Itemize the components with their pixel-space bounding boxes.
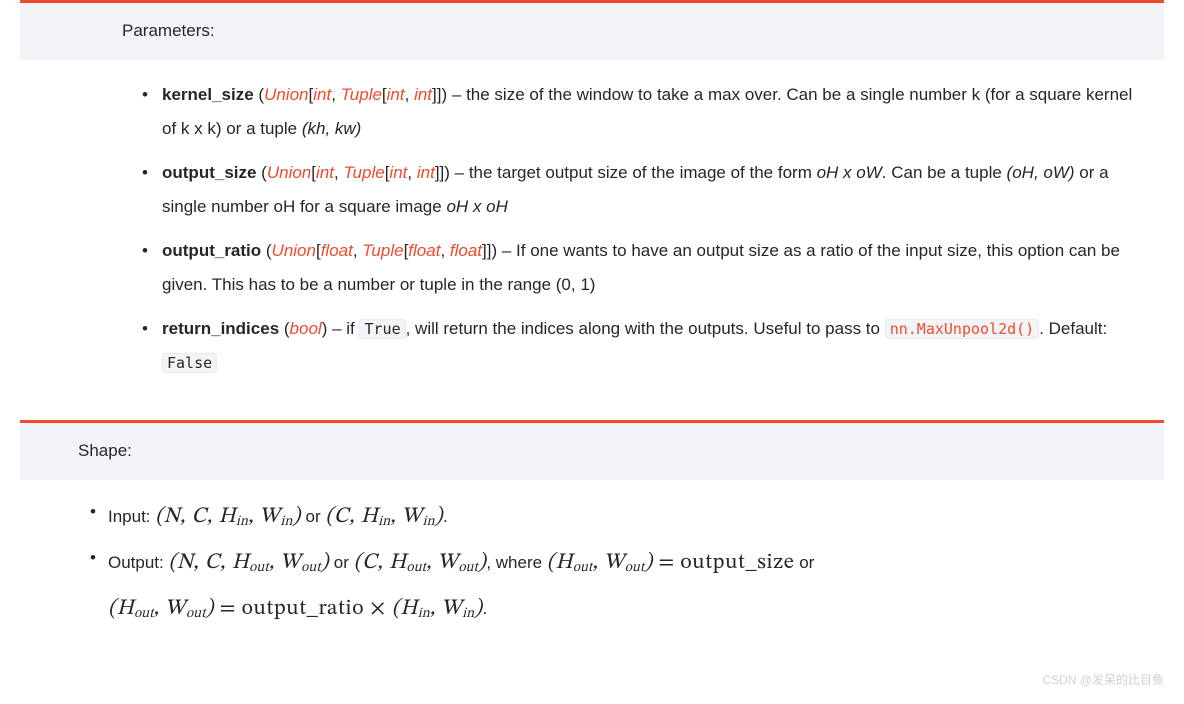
shape-output-label: Output:: [108, 553, 164, 572]
math-tuple-nchw-in: (N, C, Hin, Win): [155, 506, 300, 528]
or-text-2: or: [334, 553, 349, 572]
math-hw-out-1: (Hout, Wout) = output_size: [547, 552, 795, 574]
param-name: output_size: [162, 163, 256, 182]
or-text-1: or: [305, 507, 320, 526]
param-name: return_indices: [162, 319, 279, 338]
math-tuple-chw-out: (C, Hout, Wout): [354, 552, 487, 574]
param-item-return_indices: return_indices (bool) – if True, will re…: [162, 312, 1144, 380]
where-text: , where: [486, 553, 542, 572]
param-name: output_ratio: [162, 241, 261, 260]
shape-heading: Shape:: [20, 423, 1164, 480]
parameters-body: kernel_size (Union[int, Tuple[int, int]]…: [20, 60, 1164, 380]
param-type: Union[int, Tuple[int, int]]: [267, 163, 444, 182]
math-hw-out-2: (Hout, Wout) = output_ratio × (Hin, Win): [108, 598, 483, 620]
shape-input-label: Input:: [108, 507, 151, 526]
param-item-output_ratio: output_ratio (Union[float, Tuple[float, …: [162, 234, 1144, 302]
or-text-3: or: [799, 553, 814, 572]
shape-list: Input: (N, C, Hin, Win) or (C, Hin, Win)…: [78, 494, 1144, 633]
param-item-kernel_size: kernel_size (Union[int, Tuple[int, int]]…: [162, 78, 1144, 146]
watermark: CSDN @发呆的比目鱼: [1042, 670, 1164, 690]
shape-body: Input: (N, C, Hin, Win) or (C, Hin, Win)…: [20, 480, 1164, 633]
parameters-section: Parameters: kernel_size (Union[int, Tupl…: [20, 0, 1164, 380]
parameters-heading: Parameters:: [20, 3, 1164, 60]
shape-input-item: Input: (N, C, Hin, Win) or (C, Hin, Win)…: [108, 494, 1144, 540]
math-tuple-chw-in: (C, Hin, Win): [325, 506, 443, 528]
param-type: bool: [290, 319, 322, 338]
param-type: Union[int, Tuple[int, int]]: [264, 85, 441, 104]
math-tuple-nchw-out: (N, C, Hout, Wout): [169, 552, 330, 574]
param-item-output_size: output_size (Union[int, Tuple[int, int]]…: [162, 156, 1144, 224]
param-name: kernel_size: [162, 85, 254, 104]
shape-output-item: Output: (N, C, Hout, Wout) or (C, Hout, …: [108, 540, 1144, 632]
param-type: Union[float, Tuple[float, float]]: [272, 241, 492, 260]
parameters-list: kernel_size (Union[int, Tuple[int, int]]…: [122, 78, 1144, 380]
shape-section: Shape: Input: (N, C, Hin, Win) or (C, Hi…: [20, 420, 1164, 632]
